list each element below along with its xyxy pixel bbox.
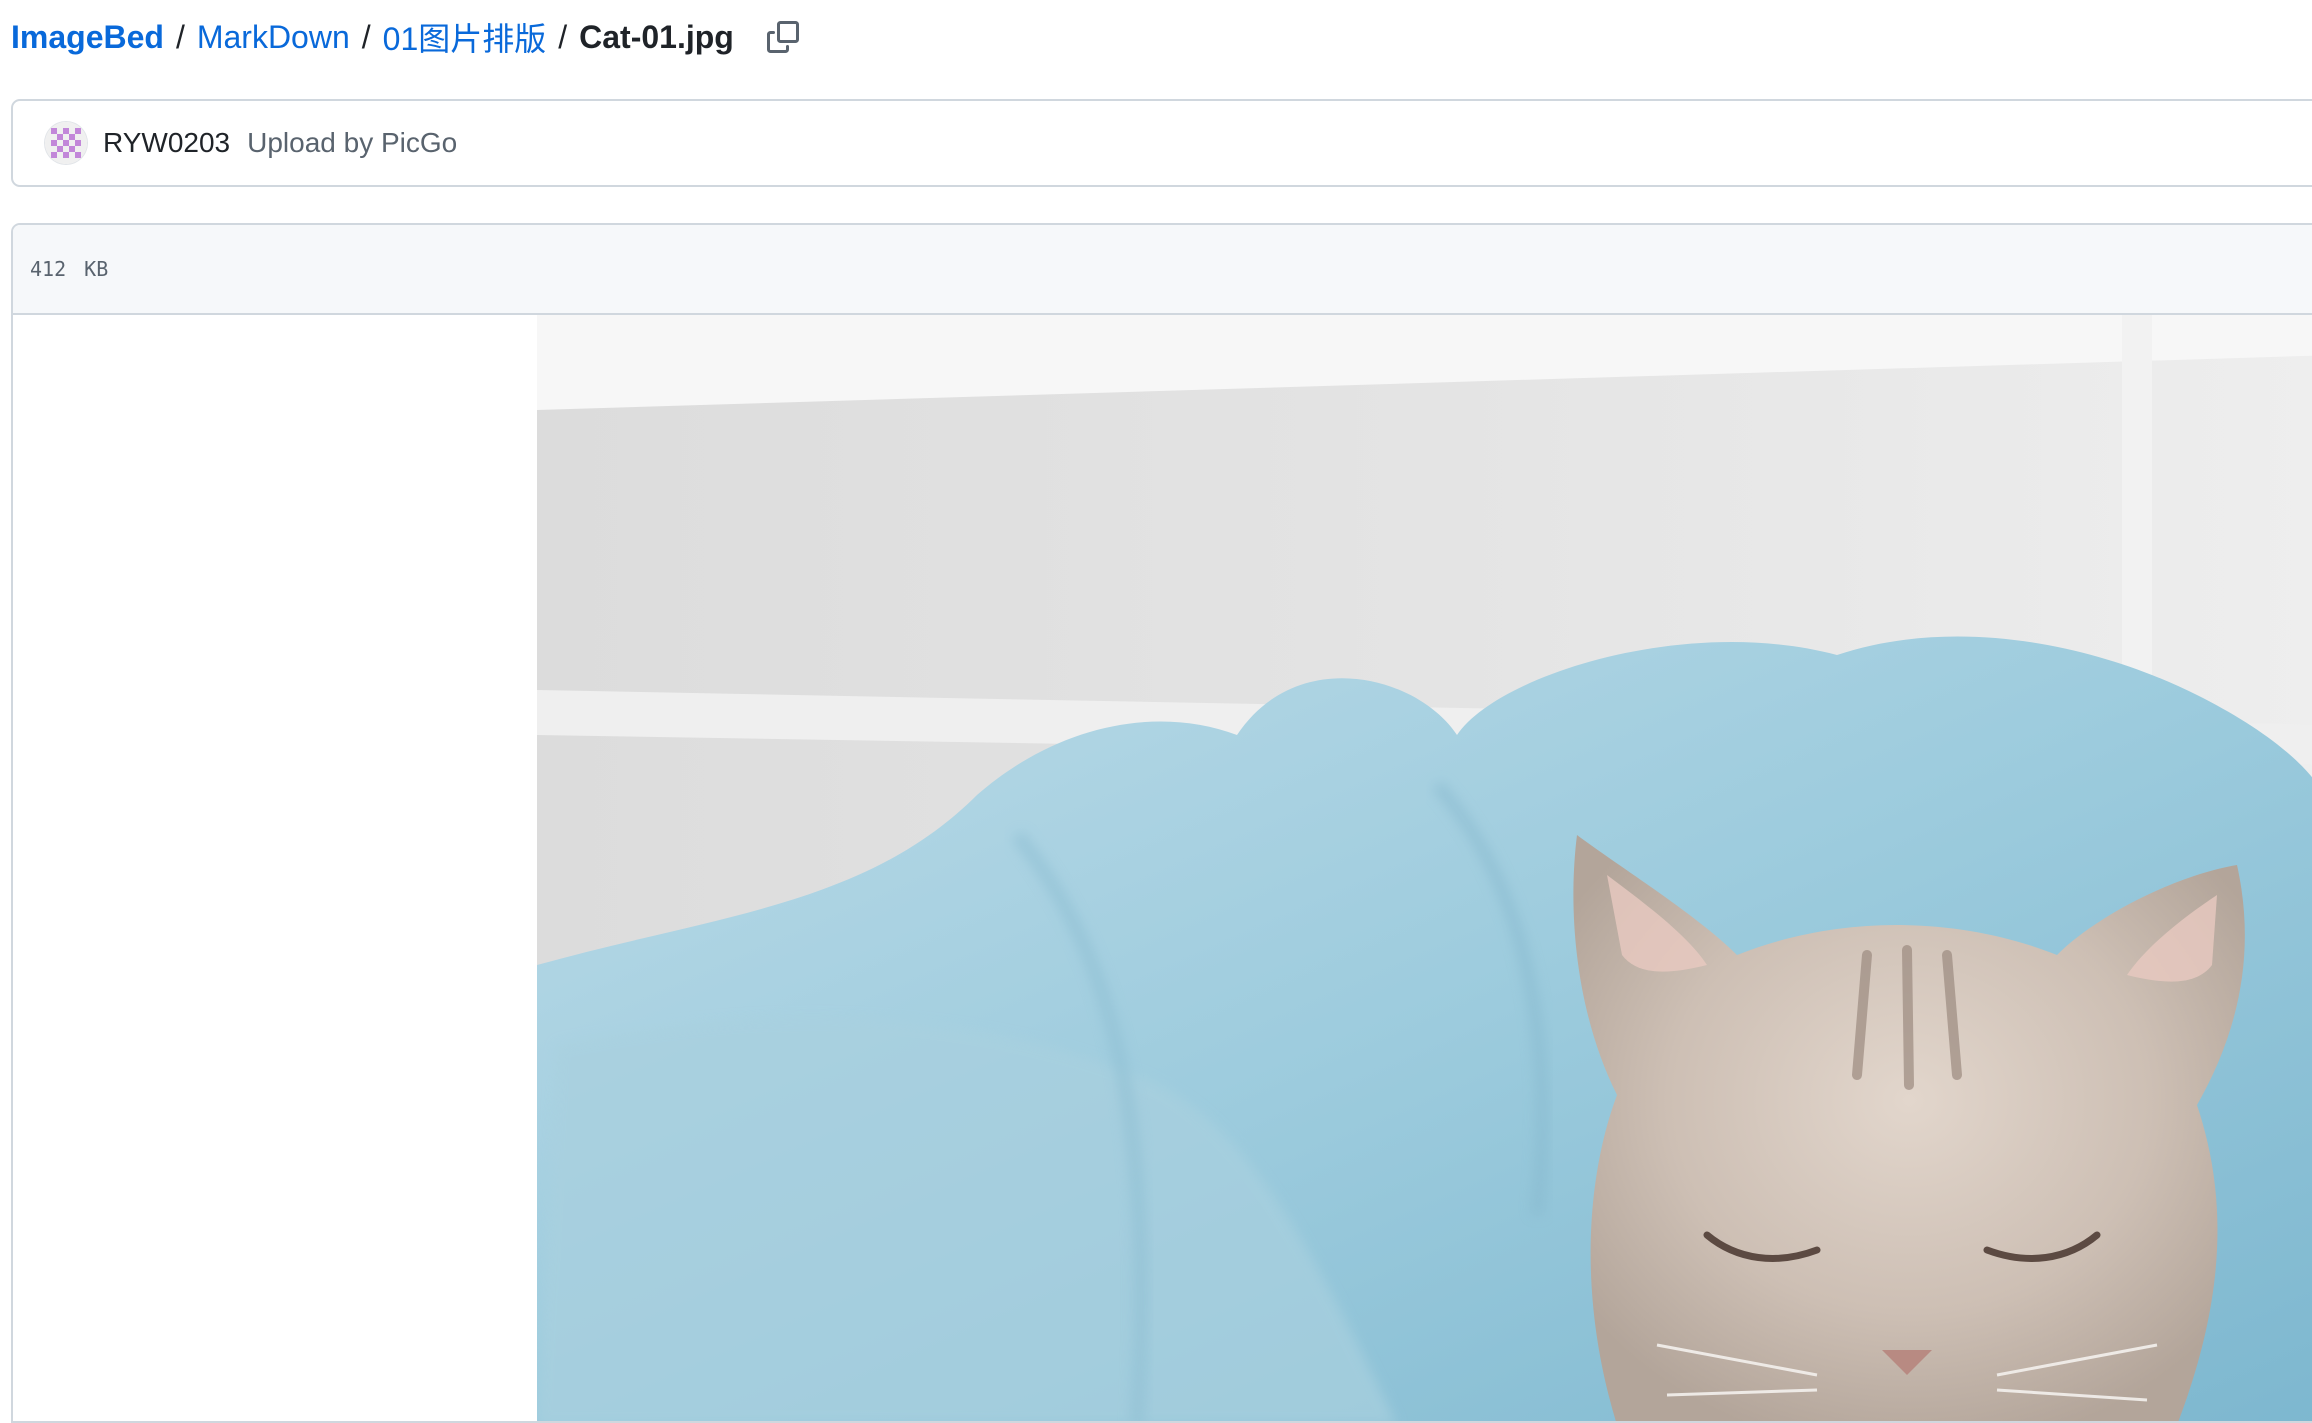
copy-path-button[interactable] [760,14,806,60]
latest-commit-box: RYW0203 Upload by PicGo [11,99,2312,187]
breadcrumb-separator: / [558,18,568,55]
breadcrumb-folder-markdown[interactable]: MarkDown [197,19,350,56]
commit-message-link[interactable]: Upload by PicGo [247,127,457,159]
identicon-avatar-icon [45,122,87,164]
copy-icon [766,21,799,53]
breadcrumb: ImageBed / MarkDown / 01图片排版 / Cat-01.jp… [11,12,806,62]
file-size: 412 KB [30,257,109,281]
file-viewer: 412 KB [11,223,2312,1423]
author-avatar[interactable] [45,122,87,164]
image-preview-area [13,315,2312,1421]
breadcrumb-current-file: Cat-01.jpg [579,18,734,55]
commit-author-link[interactable]: RYW0203 [103,127,230,159]
breadcrumb-separator: / [175,18,185,55]
breadcrumb-folder-layout[interactable]: 01图片排版 [383,14,547,60]
file-header: 412 KB [13,225,2312,315]
cat-photo-image [537,315,2312,1421]
breadcrumb-repo-link[interactable]: ImageBed [11,19,164,56]
breadcrumb-separator: / [361,18,371,55]
